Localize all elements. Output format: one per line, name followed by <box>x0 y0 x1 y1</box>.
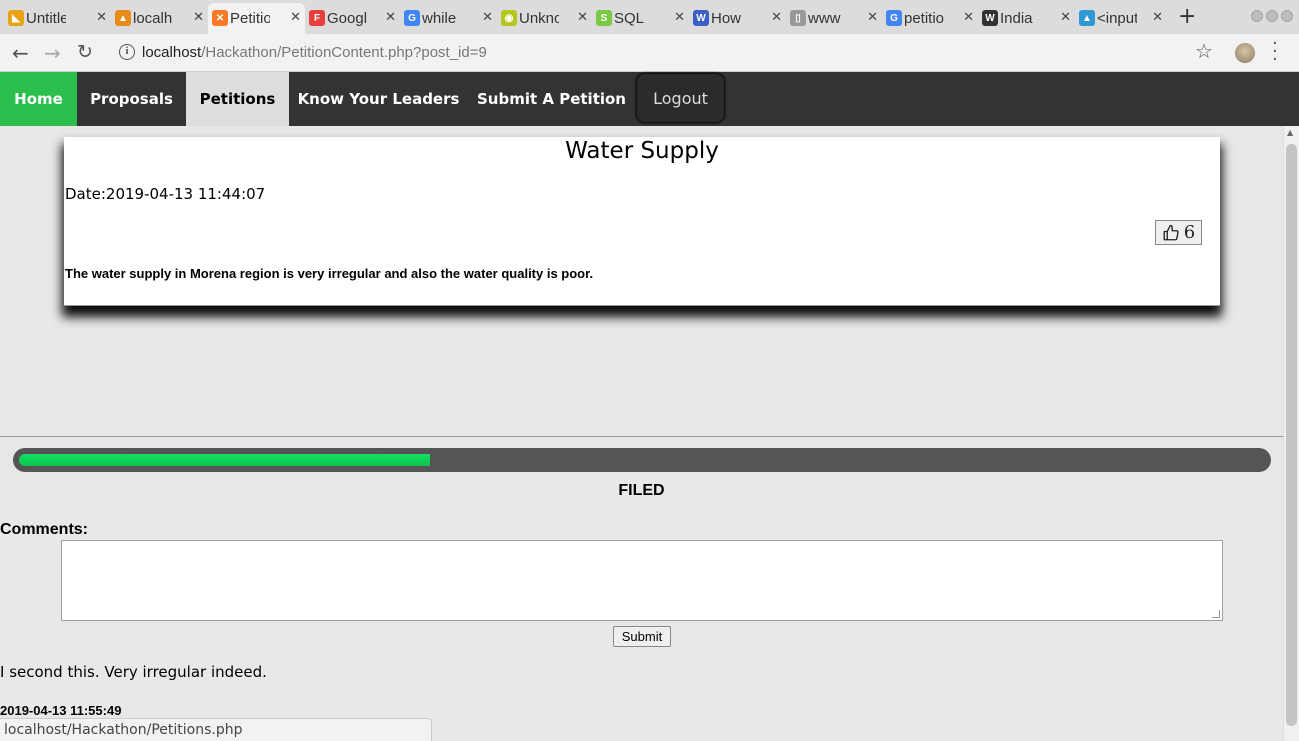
nav-petitions-link[interactable]: Petitions <box>186 72 289 126</box>
scroll-up-icon[interactable]: ▲ <box>1287 128 1293 137</box>
site-navbar: Home Proposals Petitions Know Your Leade… <box>0 72 1299 126</box>
petition-date: Date:2019-04-13 11:44:07 <box>65 185 266 203</box>
petition-card: Water Supply Date:2019-04-13 11:44:07 6 … <box>64 137 1220 306</box>
shapes-icon: ◣ <box>8 10 24 26</box>
close-window-button[interactable] <box>1281 10 1293 22</box>
close-tab-icon[interactable]: ✕ <box>963 9 974 25</box>
close-tab-icon[interactable]: ✕ <box>385 9 396 25</box>
browser-tab[interactable]: FGoogle Fonts ✕ <box>305 3 400 34</box>
tab-title: while <box>422 10 457 27</box>
sql-icon: S <box>596 10 612 26</box>
nav-proposals-link[interactable]: Proposals <box>77 72 186 126</box>
new-tab-button[interactable]: + <box>1178 4 1196 29</box>
thumbs-up-icon <box>1163 224 1179 240</box>
close-tab-icon[interactable]: ✕ <box>193 9 204 25</box>
wikihow-icon: W <box>693 10 709 26</box>
divider <box>0 436 1283 437</box>
nav-submit-petition-link[interactable]: Submit A Petition <box>468 72 635 126</box>
close-tab-icon[interactable]: ✕ <box>482 9 493 25</box>
wikipedia-icon: W <box>982 10 998 26</box>
browser-tab[interactable]: ▲localhost ✕ <box>111 3 208 34</box>
url-text[interactable]: localhost/Hackathon/PetitionContent.php?… <box>142 44 487 61</box>
google-fonts-icon: F <box>309 10 325 26</box>
browser-tab[interactable]: ◣Untitled ✕ <box>4 3 111 34</box>
tab-title: Google Fonts <box>327 10 367 27</box>
petition-title: Water Supply <box>565 138 719 164</box>
tab-title: Unknown <box>519 10 559 27</box>
comment-textarea[interactable] <box>61 540 1223 621</box>
close-tab-icon[interactable]: ✕ <box>674 9 685 25</box>
nav-home-link[interactable]: Home <box>0 72 77 126</box>
nav-leaders-link[interactable]: Know Your Leaders <box>289 72 468 126</box>
profile-avatar[interactable] <box>1235 43 1255 63</box>
page-icon: ▯ <box>790 10 806 26</box>
link-status-bar: localhost/Hackathon/Petitions.php <box>0 718 432 741</box>
maximize-button[interactable] <box>1266 10 1278 22</box>
browser-tab[interactable]: W India ✕ <box>978 3 1075 34</box>
tab-title: Untitled <box>26 10 66 27</box>
logout-button[interactable]: Logout <box>636 73 725 123</box>
tab-title: How <box>711 10 742 27</box>
info-icon[interactable]: i <box>119 44 135 60</box>
tab-title: localhost <box>133 10 173 27</box>
tab-title: SQL <box>614 10 645 27</box>
phpmyadmin-icon: ▲ <box>115 10 131 26</box>
petition-progress-bar <box>13 448 1271 472</box>
browser-tab[interactable]: ▲ <input ✕ <box>1075 3 1167 34</box>
browser-tab[interactable]: Gwhile ✕ <box>400 3 497 34</box>
tab-title: www <box>808 10 841 27</box>
window-controls <box>1251 10 1293 22</box>
eye-icon: ◉ <box>501 10 517 26</box>
tab-title: India <box>1000 10 1033 27</box>
minimize-button[interactable] <box>1251 10 1263 22</box>
close-tab-icon[interactable]: ✕ <box>290 9 301 25</box>
browser-tab[interactable]: Gpetition ✕ <box>882 3 978 34</box>
submit-comment-button[interactable]: Submit <box>613 626 671 647</box>
reload-icon[interactable]: ↻ <box>77 41 93 63</box>
google-icon: G <box>886 10 902 26</box>
close-tab-icon[interactable]: ✕ <box>96 9 107 25</box>
tab-title: petition <box>904 10 944 27</box>
resize-grip-icon[interactable] <box>1212 610 1220 618</box>
close-tab-icon[interactable]: ✕ <box>771 9 782 25</box>
petition-body: The water supply in Morena region is ver… <box>65 266 594 281</box>
address-bar[interactable]: i localhost/Hackathon/PetitionContent.ph… <box>108 38 1228 68</box>
scrollbar-thumb[interactable] <box>1286 144 1297 726</box>
petition-status: FILED <box>618 482 665 499</box>
close-tab-icon[interactable]: ✕ <box>867 9 878 25</box>
menu-dots-icon[interactable]: · · · <box>1272 35 1278 69</box>
browser-toolbar: ← → ↻ i localhost/Hackathon/PetitionCont… <box>0 34 1299 72</box>
like-button[interactable]: 6 <box>1155 220 1202 245</box>
bookmark-star-icon[interactable]: ☆ <box>1195 39 1213 63</box>
comments-label: Comments: <box>0 521 89 538</box>
browser-tab-strip: ◣Untitled✕▲localhost✕✕Petitions✕FGoogle … <box>0 0 1299 34</box>
browser-tab[interactable]: W How ✕ <box>689 3 786 34</box>
tab-title: Petitions <box>230 10 270 27</box>
browser-tab[interactable]: S SQL ✕ <box>592 3 689 34</box>
progress-fill <box>19 454 430 466</box>
forward-icon[interactable]: → <box>44 41 61 65</box>
w3-icon: ▲ <box>1079 10 1095 26</box>
back-icon[interactable]: ← <box>12 41 29 65</box>
browser-tab[interactable]: ◉Unknown ✕ <box>497 3 592 34</box>
comment-text: I second this. Very irregular indeed. <box>0 663 267 681</box>
close-tab-icon[interactable]: ✕ <box>577 9 588 25</box>
tab-title: <input <box>1097 10 1137 27</box>
like-count: 6 <box>1183 222 1196 243</box>
browser-tab[interactable]: ▯ www ✕ <box>786 3 882 34</box>
close-tab-icon[interactable]: ✕ <box>1060 9 1071 25</box>
browser-tab[interactable]: ✕Petitions✕ <box>208 3 305 34</box>
comment-date: 2019-04-13 11:55:49 <box>0 703 122 718</box>
xampp-icon: ✕ <box>212 10 228 26</box>
close-tab-icon[interactable]: ✕ <box>1152 9 1163 25</box>
google-icon: G <box>404 10 420 26</box>
